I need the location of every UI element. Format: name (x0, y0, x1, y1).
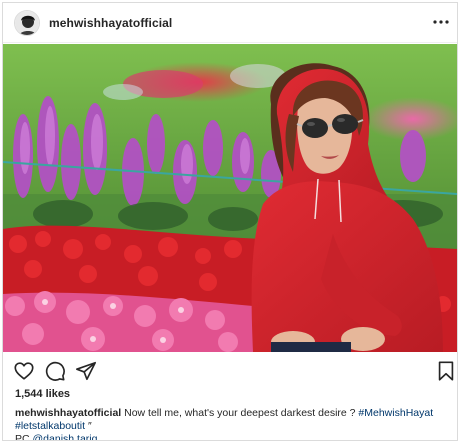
caption-text: Now tell me, what's your deepest darkest… (124, 407, 356, 419)
comment-icon[interactable] (44, 360, 66, 382)
post-username[interactable]: mehwishhayatofficial (49, 16, 172, 30)
photo-credit-label: PC (15, 433, 30, 441)
bookmark-icon[interactable] (435, 360, 457, 382)
post-caption: mehwishhayatofficial Now tell me, what's… (15, 407, 451, 441)
post-header: mehwishhayatofficial (3, 3, 457, 43)
hashtag-link[interactable]: #letstalkaboutit (15, 420, 85, 432)
avatar[interactable] (14, 10, 40, 36)
post-photo[interactable] (3, 44, 457, 352)
avatar-image (15, 11, 39, 35)
photo-credit-mention[interactable]: @danish.tariq (33, 433, 98, 440)
photo-illustration (3, 44, 457, 352)
action-bar (3, 357, 457, 385)
hashtag-link[interactable]: #MehwishHayat (358, 407, 433, 419)
likes-count[interactable]: 1,544 likes (15, 388, 70, 400)
instagram-post: mehwishhayatofficial 1,544 likes mehwish… (2, 2, 458, 441)
share-icon[interactable] (75, 360, 97, 382)
more-horizontal-icon[interactable] (430, 12, 452, 32)
heart-icon[interactable] (13, 360, 35, 382)
caption-symbol: ″ (87, 420, 92, 432)
caption-username[interactable]: mehwishhayatofficial (15, 407, 121, 419)
